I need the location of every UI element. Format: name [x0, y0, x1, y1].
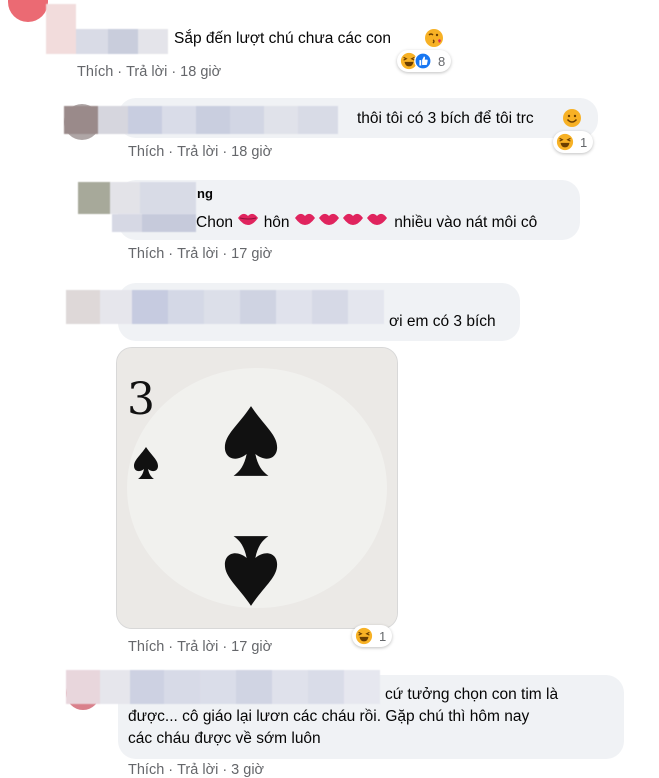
haha-emoji — [556, 133, 574, 151]
redacted-name — [66, 290, 384, 328]
comment-actions: Thích · Trả lời · 17 giờ — [128, 246, 273, 262]
like-link[interactable]: Thích — [128, 144, 164, 160]
reaction-summary[interactable]: 8 — [397, 50, 452, 72]
avatar[interactable] — [8, 0, 48, 22]
comment-text-line: cứ tưởng chọn con tim là — [385, 686, 559, 703]
comment-text-part: nhiều vào nát môi cô — [394, 214, 538, 231]
comment-actions: Thích · Trả lời · 3 giờ — [128, 762, 265, 778]
reply-link[interactable]: Trả lời — [177, 144, 218, 160]
comment-text-line: các cháu được về sớm luôn — [128, 730, 321, 747]
comment-text-line: được... cô giáo lại lươn các cháu rồi. G… — [128, 708, 530, 725]
timestamp[interactable]: 3 giờ — [231, 762, 264, 778]
kiss-mark — [294, 213, 390, 231]
timestamp[interactable]: 17 giờ — [231, 246, 272, 262]
comment-text-part: hôn — [263, 214, 290, 231]
reply-link[interactable]: Trả lời — [177, 639, 218, 655]
like-reaction — [414, 52, 432, 70]
reaction-summary[interactable]: 1 — [553, 131, 594, 153]
commenter-name-partial[interactable]: ng — [197, 186, 213, 201]
spade-icon — [224, 536, 278, 606]
haha-emoji — [355, 627, 373, 645]
card-rank: 3 — [127, 374, 155, 425]
kiss-mark — [237, 213, 259, 231]
redacted-name — [64, 106, 352, 134]
redacted-name-2 — [112, 214, 196, 232]
comment-text: Sắp đến lượt chú chưa các con — [174, 30, 392, 47]
comment-actions: Thích · Trả lời · 18 giờ — [77, 64, 222, 80]
timestamp[interactable]: 18 giờ — [180, 64, 221, 80]
timestamp[interactable]: 17 giờ — [231, 639, 272, 655]
smile-emoji — [562, 108, 582, 133]
reply-link[interactable]: Trả lời — [177, 762, 218, 778]
like-link[interactable]: Thích — [128, 639, 164, 655]
reaction-count: 8 — [438, 53, 446, 69]
like-link[interactable]: Thích — [77, 64, 113, 80]
reply-link[interactable]: Trả lời — [177, 246, 218, 262]
timestamp[interactable]: 18 giờ — [231, 144, 272, 160]
comment-actions: Thích · Trả lời · 18 giờ — [128, 144, 273, 160]
like-link[interactable]: Thích — [128, 246, 164, 262]
like-link[interactable]: Thích — [128, 762, 164, 778]
reply-link[interactable]: Trả lời — [126, 64, 167, 80]
reaction-count: 1 — [379, 628, 387, 644]
reaction-summary[interactable]: 1 — [352, 625, 393, 647]
spade-icon — [134, 447, 158, 479]
spade-icon — [224, 406, 278, 476]
comment-text: Chon hôn nhiều vào nát môi cô — [196, 211, 537, 234]
comment-text: thôi tôi có 3 bích để tôi trc — [357, 110, 534, 127]
redacted-name — [66, 670, 380, 704]
comment-text-part: Chon — [196, 214, 234, 231]
comment-actions: Thích · Trả lời · 17 giờ — [128, 639, 273, 655]
playing-card-image[interactable]: 3 — [116, 347, 398, 629]
comment-text: ơi em có 3 bích — [389, 313, 496, 330]
reaction-count: 1 — [580, 134, 588, 150]
